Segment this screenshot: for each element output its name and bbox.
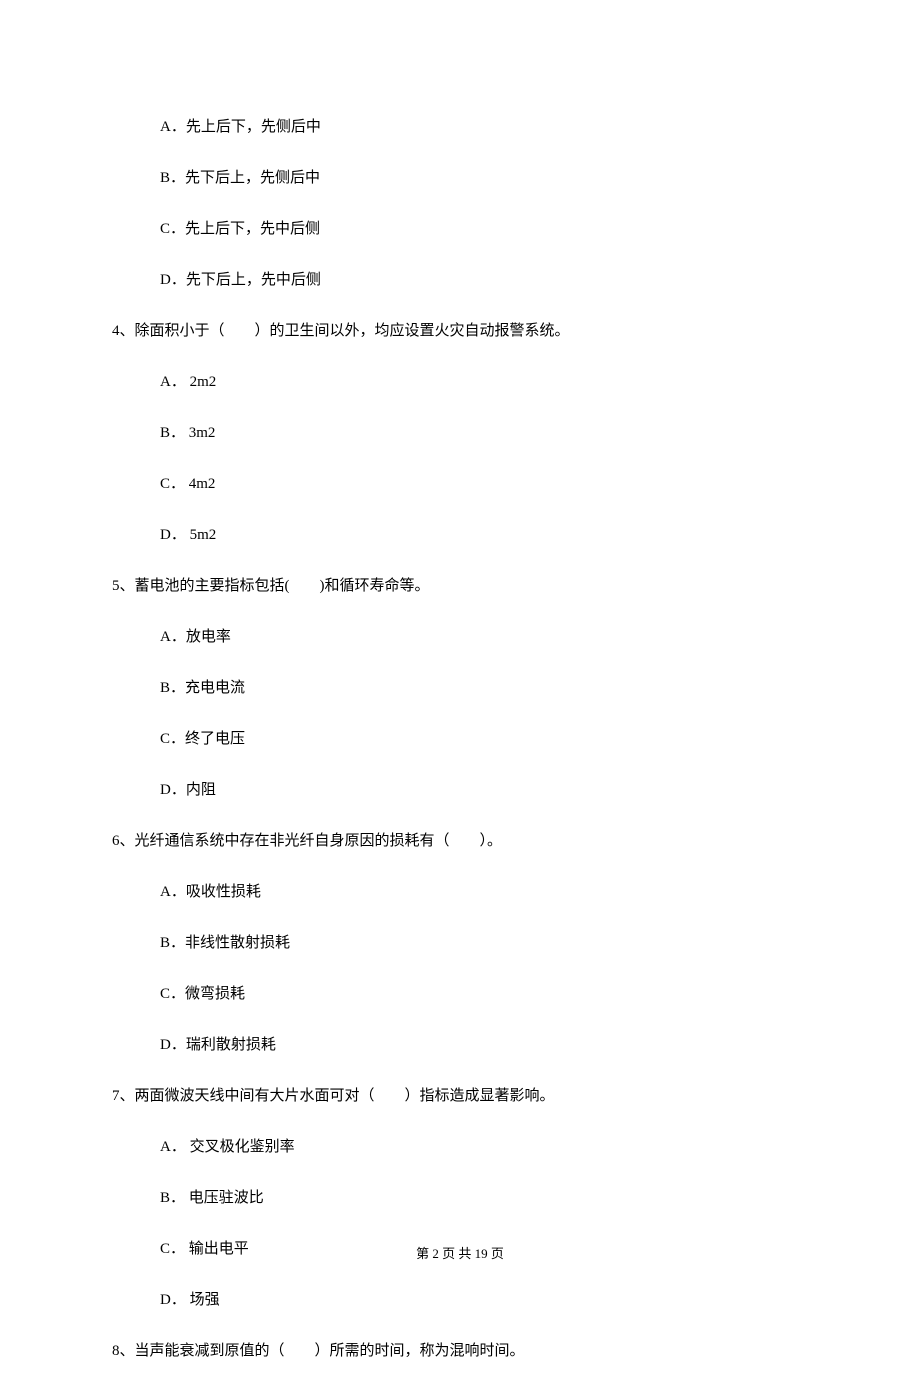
question-stem: 8、当声能衰减到原值的（ ）所需的时间，称为混响时间。	[112, 1341, 808, 1362]
question-stem: 7、两面微波天线中间有大片水面可对（ ）指标造成显著影响。	[112, 1086, 808, 1107]
option-b: B．非线性散射损耗	[160, 933, 808, 954]
option-a: A．先上后下，先侧后中	[160, 117, 808, 138]
option-d: D． 场强	[160, 1290, 808, 1311]
option-c: C．微弯损耗	[160, 984, 808, 1005]
option-d: D． 5m2	[160, 525, 808, 546]
option-d: D．先下后上，先中后侧	[160, 270, 808, 291]
option-b: B．先下后上，先侧后中	[160, 168, 808, 189]
option-b: B．充电电流	[160, 678, 808, 699]
question-8: 8、当声能衰减到原值的（ ）所需的时间，称为混响时间。	[112, 1341, 808, 1362]
page-content: A．先上后下，先侧后中 B．先下后上，先侧后中 C．先上后下，先中后侧 D．先下…	[112, 117, 808, 1392]
option-b: B． 电压驻波比	[160, 1188, 808, 1209]
option-c: C． 4m2	[160, 474, 808, 495]
option-a: A． 2m2	[160, 372, 808, 393]
option-d: D．内阻	[160, 780, 808, 801]
option-c: C．终了电压	[160, 729, 808, 750]
question-4: 4、除面积小于（ ）的卫生间以外，均应设置火灾自动报警系统。 A． 2m2 B．…	[112, 321, 808, 546]
question-6: 6、光纤通信系统中存在非光纤自身原因的损耗有（ ）。 A．吸收性损耗 B．非线性…	[112, 831, 808, 1056]
question-5: 5、蓄电池的主要指标包括( )和循环寿命等。 A．放电率 B．充电电流 C．终了…	[112, 576, 808, 801]
option-b: B． 3m2	[160, 423, 808, 444]
option-a: A．吸收性损耗	[160, 882, 808, 903]
question-7: 7、两面微波天线中间有大片水面可对（ ）指标造成显著影响。 A． 交叉极化鉴别率…	[112, 1086, 808, 1311]
question-3-options: A．先上后下，先侧后中 B．先下后上，先侧后中 C．先上后下，先中后侧 D．先下…	[112, 117, 808, 291]
option-c: C．先上后下，先中后侧	[160, 219, 808, 240]
question-stem: 4、除面积小于（ ）的卫生间以外，均应设置火灾自动报警系统。	[112, 321, 808, 342]
question-stem: 6、光纤通信系统中存在非光纤自身原因的损耗有（ ）。	[112, 831, 808, 852]
option-a: A． 交叉极化鉴别率	[160, 1137, 808, 1158]
question-stem: 5、蓄电池的主要指标包括( )和循环寿命等。	[112, 576, 808, 597]
option-d: D．瑞利散射损耗	[160, 1035, 808, 1056]
page-footer: 第 2 页 共 19 页	[0, 1243, 920, 1262]
option-a: A．放电率	[160, 627, 808, 648]
